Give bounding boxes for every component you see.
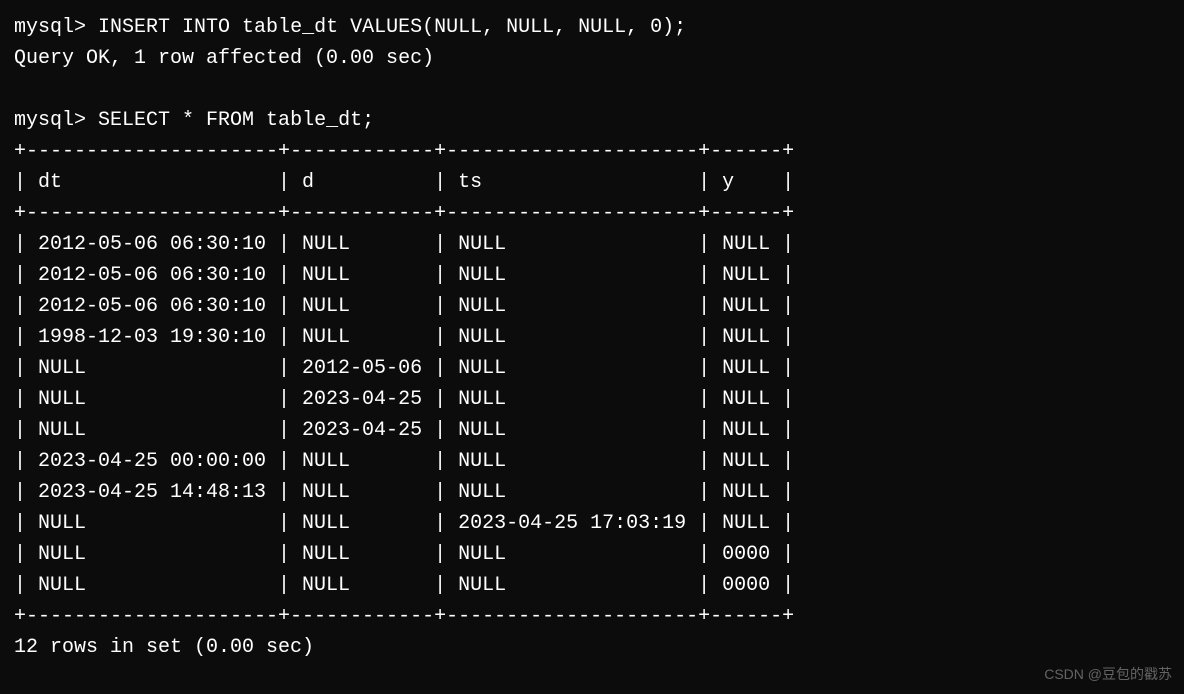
- table-row: | NULL | 2023-04-25 | NULL | NULL |: [14, 415, 1170, 446]
- table-border-bottom: +---------------------+------------+----…: [14, 601, 1170, 632]
- prompt: mysql>: [14, 109, 86, 132]
- table-row: | 2023-04-25 00:00:00 | NULL | NULL | NU…: [14, 446, 1170, 477]
- table-row: | NULL | 2023-04-25 | NULL | NULL |: [14, 384, 1170, 415]
- table-row: | NULL | NULL | NULL | 0000 |: [14, 539, 1170, 570]
- result-footer: 12 rows in set (0.00 sec): [14, 632, 1170, 663]
- table-header: | dt | d | ts | y |: [14, 167, 1170, 198]
- table-border-top: +---------------------+------------+----…: [14, 136, 1170, 167]
- table-row: | 1998-12-03 19:30:10 | NULL | NULL | NU…: [14, 322, 1170, 353]
- command-line-1[interactable]: mysql> INSERT INTO table_dt VALUES(NULL,…: [14, 12, 1170, 43]
- table-row: | 2012-05-06 06:30:10 | NULL | NULL | NU…: [14, 291, 1170, 322]
- table-row: | 2012-05-06 06:30:10 | NULL | NULL | NU…: [14, 229, 1170, 260]
- table-row: | NULL | NULL | NULL | 0000 |: [14, 570, 1170, 601]
- terminal-output: mysql> INSERT INTO table_dt VALUES(NULL,…: [14, 12, 1170, 663]
- table-row: | NULL | 2012-05-06 | NULL | NULL |: [14, 353, 1170, 384]
- query-response: Query OK, 1 row affected (0.00 sec): [14, 43, 1170, 74]
- prompt: mysql>: [14, 16, 86, 39]
- table-row: | 2012-05-06 06:30:10 | NULL | NULL | NU…: [14, 260, 1170, 291]
- blank-line: [14, 74, 1170, 105]
- sql-command: INSERT INTO table_dt VALUES(NULL, NULL, …: [98, 16, 686, 39]
- table-border-mid: +---------------------+------------+----…: [14, 198, 1170, 229]
- watermark: CSDN @豆包的戳苏: [1044, 664, 1172, 686]
- table-row: | NULL | NULL | 2023-04-25 17:03:19 | NU…: [14, 508, 1170, 539]
- sql-command: SELECT * FROM table_dt;: [98, 109, 374, 132]
- table-row: | 2023-04-25 14:48:13 | NULL | NULL | NU…: [14, 477, 1170, 508]
- command-line-2[interactable]: mysql> SELECT * FROM table_dt;: [14, 105, 1170, 136]
